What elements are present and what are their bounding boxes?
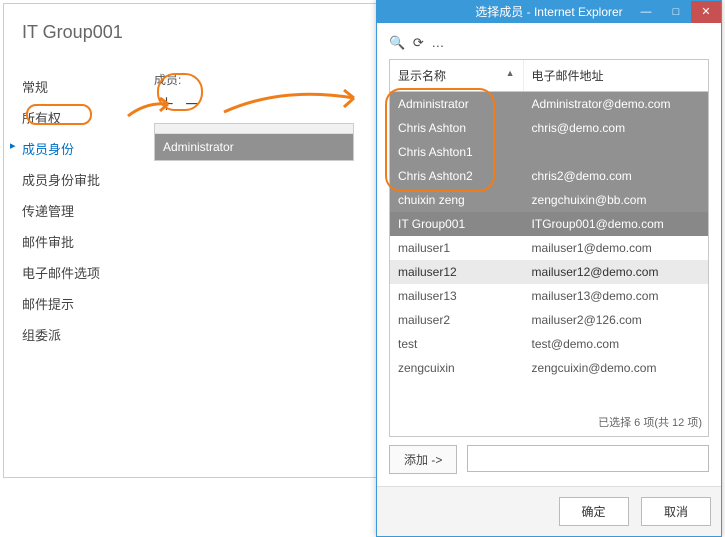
- added-members-input[interactable]: [467, 445, 709, 472]
- cell-email: Administrator@demo.com: [524, 92, 708, 116]
- cell-name: mailuser1: [390, 236, 524, 260]
- grid-row[interactable]: mailuser2mailuser2@126.com: [390, 308, 708, 332]
- cell-email: zengcuixin@demo.com: [524, 356, 708, 380]
- sidebar-item[interactable]: 邮件审批: [22, 226, 154, 257]
- members-label: 成员:: [154, 71, 181, 88]
- cell-name: mailuser2: [390, 308, 524, 332]
- sidebar-item[interactable]: 邮件提示: [22, 288, 154, 319]
- grid-row[interactable]: mailuser1mailuser1@demo.com: [390, 236, 708, 260]
- sidebar-item[interactable]: 传递管理: [22, 195, 154, 226]
- grid-row[interactable]: testtest@demo.com: [390, 332, 708, 356]
- sidebar-item[interactable]: 成员身份审批: [22, 164, 154, 195]
- ok-button[interactable]: 确定: [559, 497, 629, 526]
- refresh-icon[interactable]: ⟳: [413, 35, 424, 50]
- cell-name: Administrator: [390, 92, 524, 116]
- selection-status: 已选择 6 项(共 12 项): [390, 404, 708, 436]
- sidebar: 常规所有权成员身份成员身份审批传递管理邮件审批电子邮件选项邮件提示组委派: [4, 71, 154, 350]
- grid-row[interactable]: Chris Ashton1: [390, 140, 708, 164]
- sidebar-item[interactable]: 电子邮件选项: [22, 257, 154, 288]
- cell-email: mailuser2@126.com: [524, 308, 708, 332]
- cell-email: zengchuixin@bb.com: [524, 188, 708, 212]
- cancel-button[interactable]: 取消: [641, 497, 711, 526]
- grid-row[interactable]: mailuser12mailuser12@demo.com: [390, 260, 708, 284]
- grid-row[interactable]: Chris Ashtonchris@demo.com: [390, 116, 708, 140]
- minimize-button[interactable]: —: [631, 1, 661, 23]
- cell-name: zengcuixin: [390, 356, 524, 380]
- grid-row[interactable]: mailuser13mailuser13@demo.com: [390, 284, 708, 308]
- sidebar-item[interactable]: 所有权: [22, 102, 154, 133]
- cell-email: mailuser1@demo.com: [524, 236, 708, 260]
- col-email[interactable]: 电子邮件地址: [524, 60, 708, 91]
- cell-email: ITGroup001@demo.com: [524, 212, 708, 236]
- cell-name: Chris Ashton2: [390, 164, 524, 188]
- grid-row[interactable]: IT Group001ITGroup001@demo.com: [390, 212, 708, 236]
- cell-email: mailuser13@demo.com: [524, 284, 708, 308]
- cell-email: test@demo.com: [524, 332, 708, 356]
- cell-email: mailuser12@demo.com: [524, 260, 708, 284]
- members-list[interactable]: Administrator: [154, 123, 354, 161]
- col-display-name[interactable]: 显示名称▲: [390, 60, 524, 91]
- more-icon[interactable]: …: [431, 35, 444, 50]
- members-list-header: [155, 124, 353, 134]
- dialog-titlebar[interactable]: 选择成员 - Internet Explorer — □ ✕: [377, 1, 721, 23]
- cell-name: Chris Ashton: [390, 116, 524, 140]
- cell-email: chris2@demo.com: [524, 164, 708, 188]
- add-remove-buttons[interactable]: ＋ －: [154, 95, 207, 114]
- cell-name: IT Group001: [390, 212, 524, 236]
- cell-name: test: [390, 332, 524, 356]
- grid-header[interactable]: 显示名称▲ 电子邮件地址: [390, 60, 708, 92]
- members-list-row[interactable]: Administrator: [155, 134, 353, 160]
- sidebar-item[interactable]: 常规: [22, 71, 154, 102]
- grid-blank-row: [390, 380, 708, 404]
- close-button[interactable]: ✕: [691, 1, 721, 23]
- grid-row[interactable]: Chris Ashton2chris2@demo.com: [390, 164, 708, 188]
- cell-name: mailuser13: [390, 284, 524, 308]
- search-icon[interactable]: 🔍: [389, 35, 405, 50]
- cell-name: mailuser12: [390, 260, 524, 284]
- cell-email: chris@demo.com: [524, 116, 708, 140]
- select-members-dialog: 选择成员 - Internet Explorer — □ ✕ 🔍 ⟳ … 显示名…: [376, 0, 722, 537]
- add-button[interactable]: 添加 ->: [389, 445, 457, 474]
- maximize-button[interactable]: □: [661, 1, 691, 23]
- sidebar-item[interactable]: 组委派: [22, 319, 154, 350]
- cell-name: chuixin zeng: [390, 188, 524, 212]
- cell-email: [524, 140, 708, 164]
- dialog-footer: 确定 取消: [377, 486, 721, 536]
- toolbar: 🔍 ⟳ …: [389, 33, 709, 59]
- dialog-title-text: 选择成员 - Internet Explorer: [475, 5, 622, 19]
- sort-asc-icon: ▲: [506, 68, 515, 78]
- sidebar-item[interactable]: 成员身份: [22, 133, 154, 164]
- members-grid: 显示名称▲ 电子邮件地址 AdministratorAdministrator@…: [389, 59, 709, 437]
- grid-row[interactable]: chuixin zengzengchuixin@bb.com: [390, 188, 708, 212]
- grid-row[interactable]: zengcuixinzengcuixin@demo.com: [390, 356, 708, 380]
- cell-name: Chris Ashton1: [390, 140, 524, 164]
- grid-row[interactable]: AdministratorAdministrator@demo.com: [390, 92, 708, 116]
